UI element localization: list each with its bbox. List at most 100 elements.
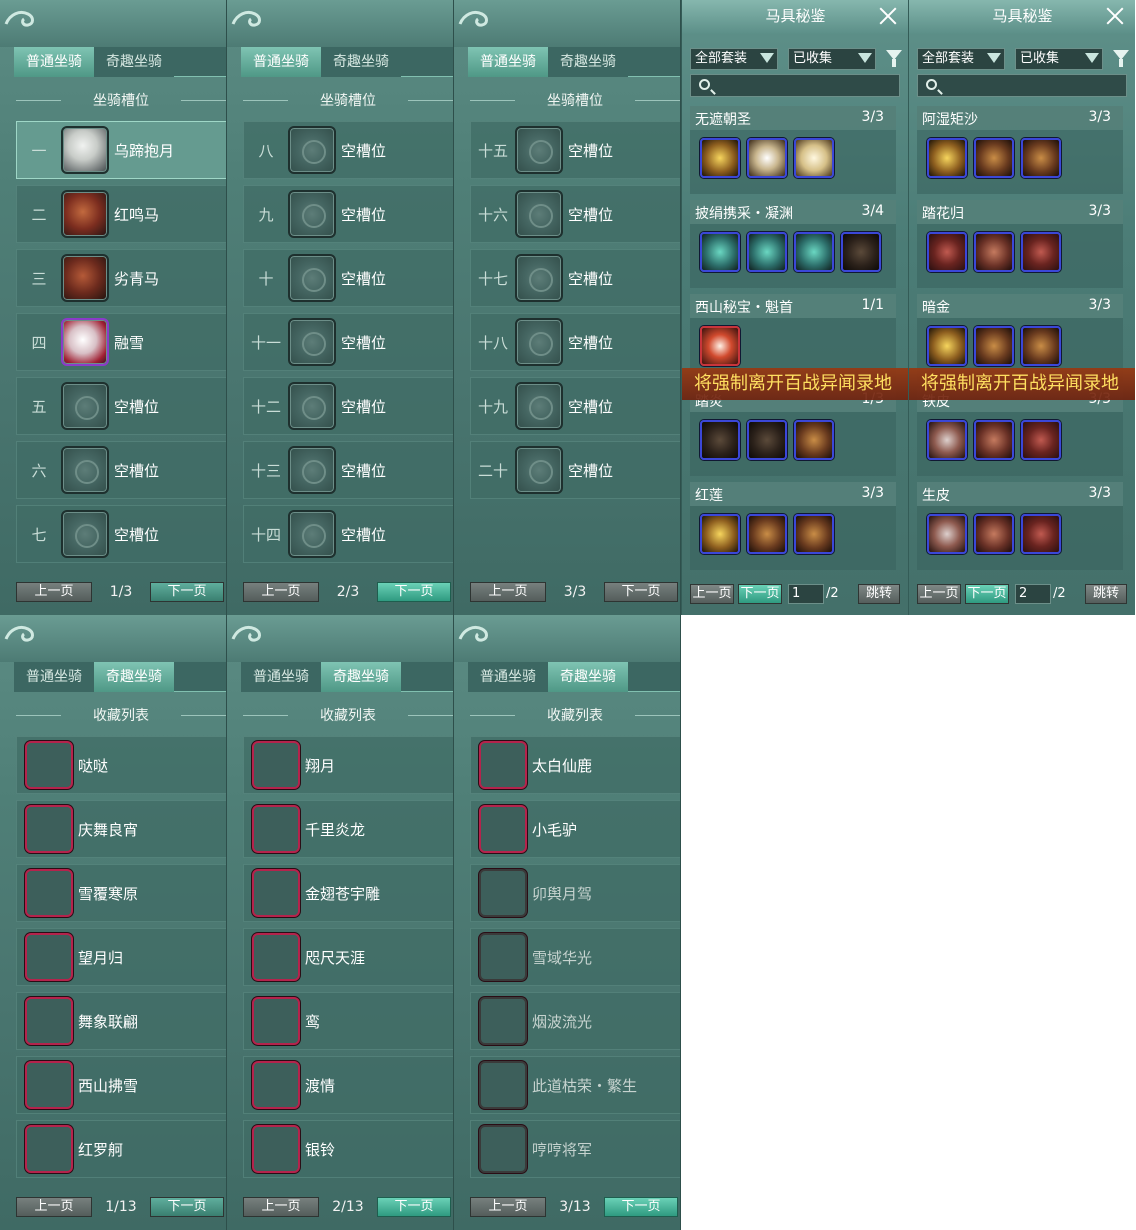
gear-piece-icon[interactable] — [1021, 326, 1061, 366]
prev-page-button[interactable]: 上一页 — [470, 1197, 546, 1217]
collection-item[interactable]: 银铃 — [243, 1120, 453, 1178]
collection-item[interactable]: 烟波流光 — [470, 992, 680, 1050]
collection-item[interactable]: 西山拂雪 — [16, 1056, 226, 1114]
set-filter-dropdown[interactable]: 全部套装 — [917, 48, 1005, 70]
collection-item[interactable]: 哼哼将军 — [470, 1120, 680, 1178]
mount-slot[interactable]: 二 红鸣马 — [16, 185, 226, 243]
next-page-button[interactable]: 下一页 — [150, 1197, 224, 1217]
mount-slot[interactable]: 六 空槽位 — [16, 441, 226, 499]
mount-slot[interactable]: 十八 空槽位 — [470, 313, 680, 371]
gear-piece-icon[interactable] — [700, 138, 740, 178]
filter-icon[interactable] — [1113, 50, 1129, 68]
mount-slot[interactable]: 三 劣青马 — [16, 249, 226, 307]
jump-button[interactable]: 跳转 — [858, 584, 900, 604]
collection-item[interactable]: 雪域华光 — [470, 928, 680, 986]
mount-slot[interactable]: 十五 空槽位 — [470, 121, 680, 179]
next-page-button[interactable]: 下一页 — [377, 582, 451, 602]
gear-piece-icon[interactable] — [794, 138, 834, 178]
next-page-button[interactable]: 下一页 — [604, 582, 678, 602]
prev-page-button[interactable]: 上一页 — [470, 582, 546, 602]
gear-piece-icon[interactable] — [700, 514, 740, 554]
tab-normal-mounts[interactable]: 普通坐骑 — [468, 47, 548, 77]
prev-page-button[interactable]: 上一页 — [690, 584, 734, 604]
collection-item[interactable]: 红罗舸 — [16, 1120, 226, 1178]
next-page-button[interactable]: 下一页 — [377, 1197, 451, 1217]
collection-item[interactable]: 鸾 — [243, 992, 453, 1050]
collection-item[interactable]: 金翅苍宇雕 — [243, 864, 453, 922]
close-icon[interactable] — [1105, 6, 1125, 26]
gear-piece-icon[interactable] — [927, 514, 967, 554]
tab-fun-mounts[interactable]: 奇趣坐骑 — [548, 47, 628, 77]
collection-item[interactable]: 翔月 — [243, 736, 453, 794]
page-number-input[interactable]: 2 — [1015, 584, 1051, 604]
collection-item[interactable]: 望月归 — [16, 928, 226, 986]
tab-normal-mounts[interactable]: 普通坐骑 — [241, 662, 321, 692]
mount-slot[interactable]: 八 空槽位 — [243, 121, 453, 179]
collection-item[interactable]: 哒哒 — [16, 736, 226, 794]
gear-piece-icon[interactable] — [974, 420, 1014, 460]
mount-slot[interactable]: 二十 空槽位 — [470, 441, 680, 499]
gear-set[interactable]: 红莲 3/3 — [690, 482, 896, 570]
collection-item[interactable]: 太白仙鹿 — [470, 736, 680, 794]
collection-item[interactable]: 雪覆寒原 — [16, 864, 226, 922]
collection-item[interactable]: 咫尺天涯 — [243, 928, 453, 986]
gear-piece-icon[interactable] — [974, 138, 1014, 178]
tab-normal-mounts[interactable]: 普通坐骑 — [14, 47, 94, 77]
gear-piece-icon[interactable] — [927, 420, 967, 460]
gear-piece-icon[interactable] — [700, 232, 740, 272]
collected-filter-dropdown[interactable]: 已收集 — [788, 48, 876, 70]
set-filter-dropdown[interactable]: 全部套装 — [690, 48, 778, 70]
mount-slot[interactable]: 十二 空槽位 — [243, 377, 453, 435]
gear-set[interactable]: 铁皮3/3 — [917, 388, 1123, 476]
gear-piece-icon[interactable] — [974, 326, 1014, 366]
mount-slot[interactable]: 四 融雪 — [16, 313, 226, 371]
gear-set[interactable]: 踏炎1/3 — [690, 388, 896, 476]
mount-slot[interactable]: 十七 空槽位 — [470, 249, 680, 307]
next-page-button[interactable]: 下一页 — [965, 584, 1009, 604]
collection-item[interactable]: 渡情 — [243, 1056, 453, 1114]
mount-slot[interactable]: 十九 空槽位 — [470, 377, 680, 435]
gear-piece-icon[interactable] — [747, 138, 787, 178]
gear-piece-icon[interactable] — [974, 232, 1014, 272]
tab-fun-mounts[interactable]: 奇趣坐骑 — [548, 662, 628, 692]
mount-slot[interactable]: 五 空槽位 — [16, 377, 226, 435]
collection-item[interactable]: 舞象联翩 — [16, 992, 226, 1050]
gear-piece-icon[interactable] — [1021, 232, 1061, 272]
search-input[interactable] — [690, 74, 900, 97]
next-page-button[interactable]: 下一页 — [150, 582, 224, 602]
prev-page-button[interactable]: 上一页 — [16, 582, 92, 602]
gear-piece-icon[interactable] — [700, 420, 740, 460]
tab-fun-mounts[interactable]: 奇趣坐骑 — [321, 662, 401, 692]
close-icon[interactable] — [878, 6, 898, 26]
mount-slot[interactable]: 一 乌蹄抱月 — [16, 121, 226, 179]
gear-piece-icon[interactable] — [1021, 514, 1061, 554]
next-page-button[interactable]: 下一页 — [738, 584, 782, 604]
collection-item[interactable]: 此道枯荣・繁生 — [470, 1056, 680, 1114]
page-number-input[interactable]: 1 — [788, 584, 824, 604]
gear-piece-icon[interactable] — [1021, 420, 1061, 460]
mount-slot[interactable]: 七 空槽位 — [16, 505, 226, 563]
collected-filter-dropdown[interactable]: 已收集 — [1015, 48, 1103, 70]
prev-page-button[interactable]: 上一页 — [243, 582, 319, 602]
tab-fun-mounts[interactable]: 奇趣坐骑 — [321, 47, 401, 77]
gear-piece-icon[interactable] — [747, 420, 787, 460]
gear-piece-icon[interactable] — [794, 420, 834, 460]
gear-piece-icon[interactable] — [794, 514, 834, 554]
collection-item[interactable]: 卯舆月驾 — [470, 864, 680, 922]
prev-page-button[interactable]: 上一页 — [917, 584, 961, 604]
mount-slot[interactable]: 九 空槽位 — [243, 185, 453, 243]
tab-normal-mounts[interactable]: 普通坐骑 — [14, 662, 94, 692]
collection-item[interactable]: 庆舞良宵 — [16, 800, 226, 858]
gear-piece-icon[interactable] — [841, 232, 881, 272]
gear-set[interactable]: 阿湿矩沙 3/3 — [917, 106, 1123, 194]
gear-set[interactable]: 无遮朝圣 3/3 — [690, 106, 896, 194]
gear-set[interactable]: 踏花归 3/3 — [917, 200, 1123, 288]
gear-piece-icon[interactable] — [974, 514, 1014, 554]
gear-piece-icon[interactable] — [927, 138, 967, 178]
gear-piece-icon[interactable] — [1021, 138, 1061, 178]
gear-set[interactable]: 披绢携采・凝渊 3/4 — [690, 200, 896, 288]
filter-icon[interactable] — [886, 50, 902, 68]
mount-slot[interactable]: 十三 空槽位 — [243, 441, 453, 499]
tab-normal-mounts[interactable]: 普通坐骑 — [468, 662, 548, 692]
jump-button[interactable]: 跳转 — [1085, 584, 1127, 604]
